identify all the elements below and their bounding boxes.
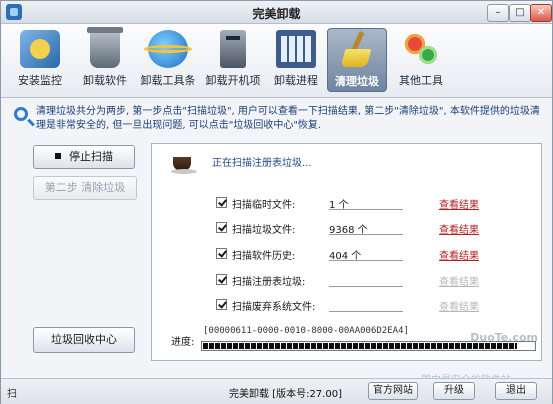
close-button[interactable]: ✕ xyxy=(530,4,552,22)
scan-row: 扫描临时文件: 1 个 查看结果 xyxy=(216,196,536,212)
scan-row-value: 9368 个 xyxy=(329,221,403,236)
scan-row-label: 扫描临时文件: xyxy=(232,200,296,211)
main-toolbar: 安装监控 卸载软件 卸载工具条 卸载开机项 卸载进程 清理垃圾 其他工具 xyxy=(1,24,552,98)
scan-junk-checkbox[interactable] xyxy=(216,222,227,233)
coffee-cup-icon xyxy=(171,151,197,175)
window-title: 完美卸载 xyxy=(252,7,301,21)
stop-icon xyxy=(55,153,61,159)
status-bar: 扫 完美卸载 [版本号:27.00] 官方网站 升级 退出 xyxy=(1,378,552,404)
tool-uninstall-software[interactable]: 卸载软件 xyxy=(76,27,134,92)
version-text: 完美卸载 [版本号:27.00] xyxy=(229,389,342,400)
broom-icon xyxy=(337,31,377,69)
tool-uninstall-process[interactable]: 卸载进程 xyxy=(267,28,325,92)
monitor-icon xyxy=(20,30,60,68)
scan-row-value: 1 个 xyxy=(329,196,403,211)
ie-icon xyxy=(144,30,192,68)
scan-row-label: 扫描垃圾文件: xyxy=(232,225,296,236)
minimize-button[interactable]: – xyxy=(487,4,509,22)
tool-clean-junk[interactable]: 清理垃圾 xyxy=(327,28,387,92)
scan-temp-checkbox[interactable] xyxy=(216,197,227,208)
tool-label: 其他工具 xyxy=(399,74,443,87)
main-window: 完美卸载 – □ ✕ 安装监控 卸载软件 卸载工具条 卸载开机项 卸载进程 清理… xyxy=(0,0,553,404)
progress-item-id: [00000611-0000-0010-8000-00AA006D2EA4] xyxy=(203,326,409,336)
scan-row: 扫描废弃系统文件: 查看结果 xyxy=(216,298,536,314)
scan-row-label: 扫描废弃系统文件: xyxy=(232,302,316,313)
stop-scan-button[interactable]: 停止扫描 xyxy=(33,145,135,169)
tool-install-monitor[interactable]: 安装监控 xyxy=(11,28,69,92)
scan-row-label: 扫描软件历史: xyxy=(232,251,296,262)
scan-history-checkbox[interactable] xyxy=(216,248,227,259)
process-grid-icon xyxy=(276,30,316,68)
watermark-site: DuoTe.com xyxy=(470,331,538,344)
tool-label: 卸载开机项 xyxy=(205,74,261,87)
scan-obsolete-checkbox[interactable] xyxy=(216,299,227,310)
scan-status-text: 正在扫描注册表垃圾... xyxy=(212,158,312,169)
recycle-center-button[interactable]: 垃圾回收中心 xyxy=(33,327,135,353)
view-result-link[interactable]: 查看结果 xyxy=(439,298,479,313)
scan-row-label: 扫描注册表垃圾: xyxy=(232,277,306,288)
view-result-link[interactable]: 查看结果 xyxy=(439,273,479,288)
tool-label: 卸载工具条 xyxy=(140,74,196,87)
tool-other-tools[interactable]: 其他工具 xyxy=(392,28,450,92)
tool-label: 卸载软件 xyxy=(83,74,127,87)
scan-row-value xyxy=(329,273,403,287)
trash-icon xyxy=(87,27,123,68)
tool-uninstall-startup[interactable]: 卸载开机项 xyxy=(204,28,262,92)
tool-label: 清理垃圾 xyxy=(335,75,379,88)
official-site-button[interactable]: 官方网站 xyxy=(368,382,418,400)
gears-icon xyxy=(401,30,441,68)
view-result-link[interactable]: 查看结果 xyxy=(439,247,479,262)
tool-label: 卸载进程 xyxy=(274,74,318,87)
info-text: 清理垃圾共分为两步, 第一步点击"扫描垃圾", 用户可以查看一下扫描结果, 第二… xyxy=(36,106,540,131)
scan-row: 扫描软件历史: 404 个 查看结果 xyxy=(216,247,536,263)
scan-registry-checkbox[interactable] xyxy=(216,274,227,285)
scan-row-value xyxy=(329,298,403,312)
progress-label: 进度: xyxy=(171,337,195,348)
view-result-link[interactable]: 查看结果 xyxy=(439,196,479,211)
info-banner: 清理垃圾共分为两步, 第一步点击"扫描垃圾", 用户可以查看一下扫描结果, 第二… xyxy=(14,105,542,133)
maximize-button[interactable]: □ xyxy=(509,4,531,22)
tool-uninstall-toolbar[interactable]: 卸载工具条 xyxy=(139,28,197,92)
status-text: 扫 xyxy=(7,389,17,400)
exit-button[interactable]: 退出 xyxy=(495,382,537,400)
search-icon xyxy=(14,107,28,121)
scan-row: 扫描垃圾文件: 9368 个 查看结果 xyxy=(216,221,536,237)
scan-row-value: 404 个 xyxy=(329,247,403,262)
scan-row: 扫描注册表垃圾: 查看结果 xyxy=(216,273,536,289)
upgrade-button[interactable]: 升级 xyxy=(433,382,475,400)
stop-scan-label: 停止扫描 xyxy=(69,150,113,163)
computer-icon xyxy=(220,30,246,68)
tool-label: 安装监控 xyxy=(18,74,62,87)
step2-clear-button[interactable]: 第二步 清除垃圾 xyxy=(33,176,137,200)
view-result-link[interactable]: 查看结果 xyxy=(439,221,479,236)
title-bar: 完美卸载 – □ ✕ xyxy=(1,1,552,24)
